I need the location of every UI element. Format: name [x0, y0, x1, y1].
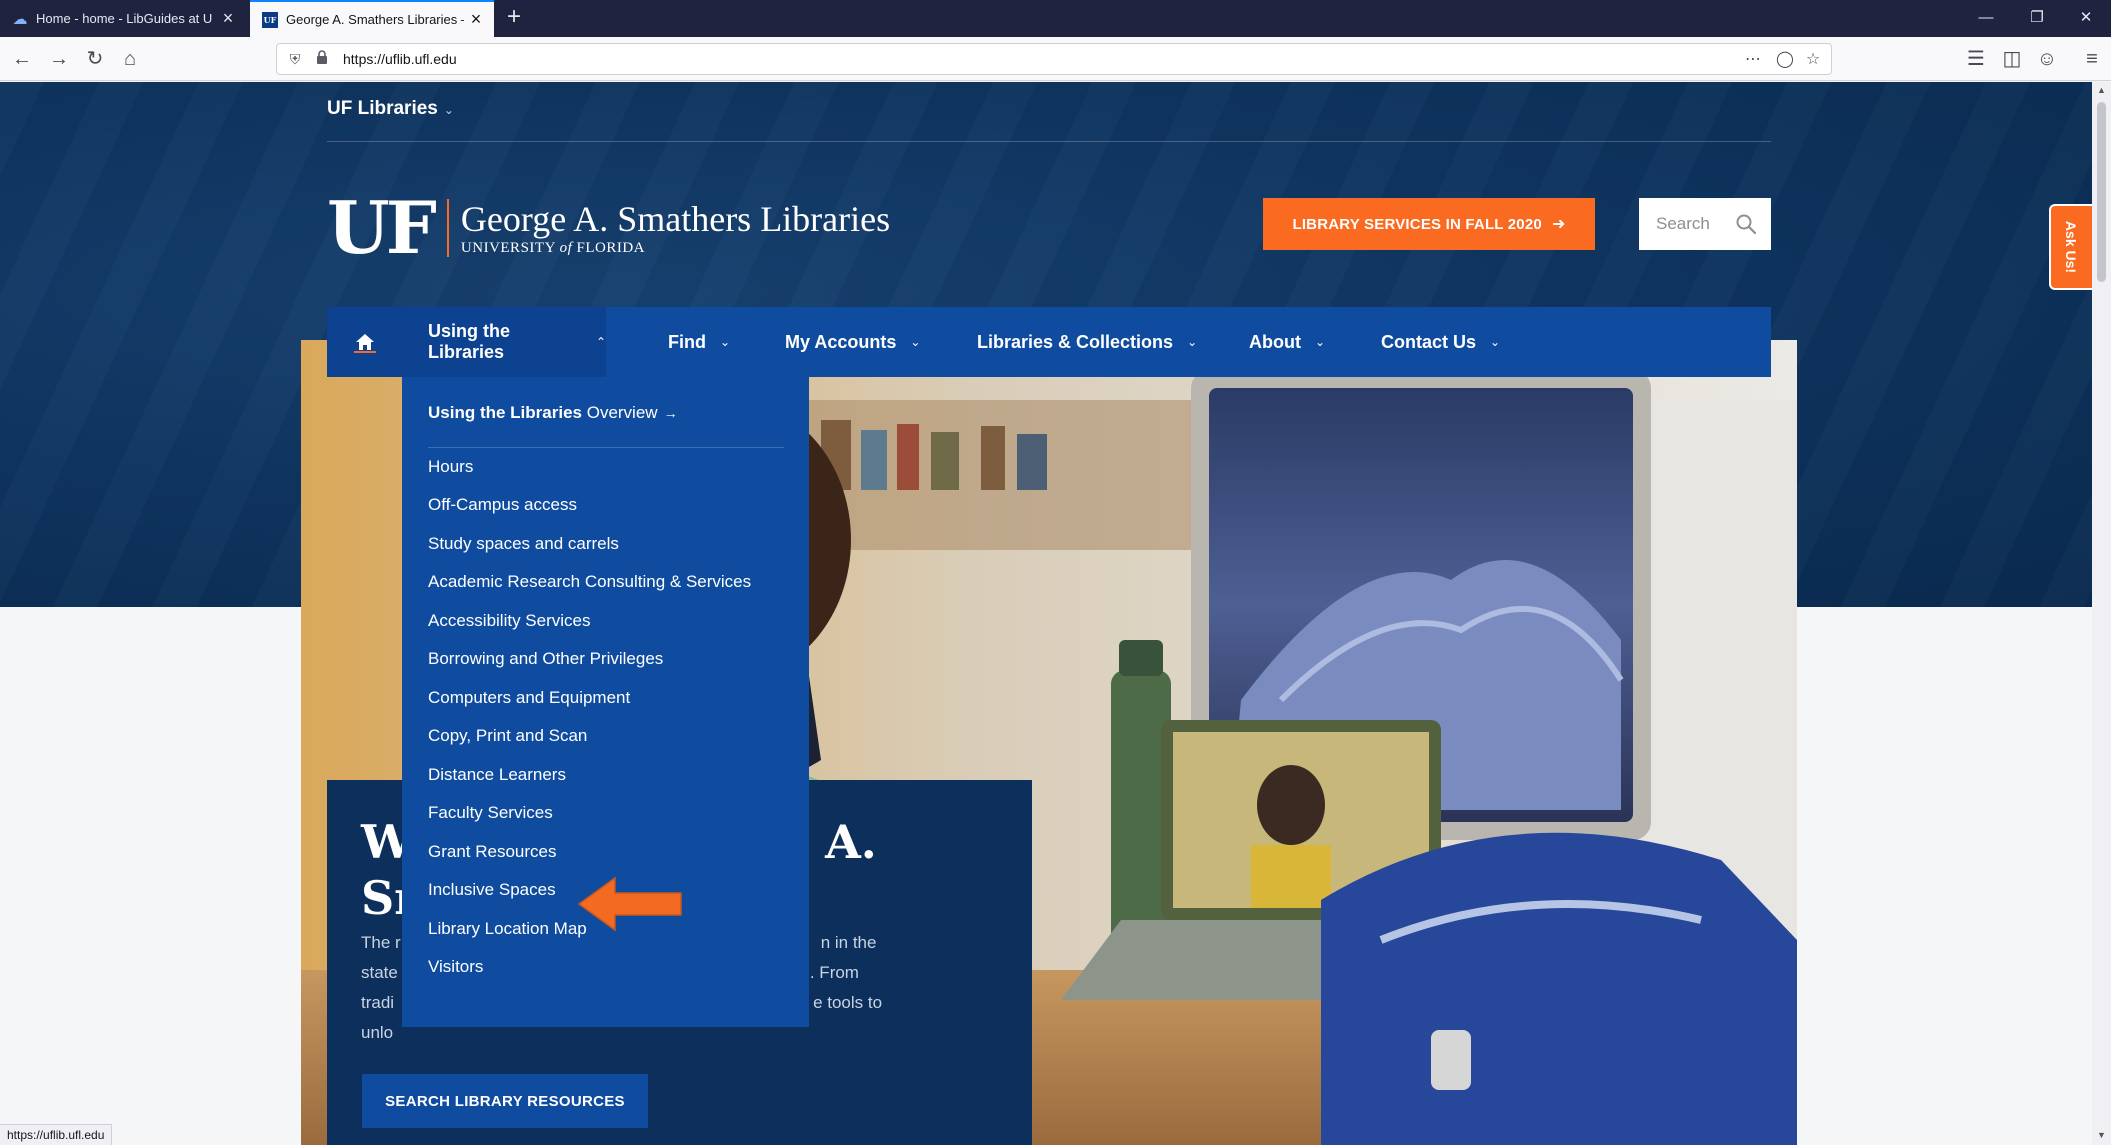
- chevron-down-icon: ⌄: [910, 335, 921, 349]
- page-viewport: UF Libraries ⌄ UF George A. Smathers Libr…: [0, 82, 2092, 1145]
- scroll-up-icon[interactable]: ▲: [2092, 85, 2111, 95]
- close-tab-icon[interactable]: ×: [216, 8, 240, 29]
- dropdown-item-copy-print-scan[interactable]: Copy, Print and Scan: [428, 726, 587, 746]
- pocket-icon[interactable]: ◯: [1773, 48, 1797, 72]
- dropdown-item-study-spaces[interactable]: Study spaces and carrels: [428, 534, 619, 554]
- restore-icon[interactable]: ❐: [2015, 4, 2059, 32]
- shield-icon[interactable]: ⛨: [286, 50, 304, 68]
- arrow-right-icon: ➜: [1551, 216, 1566, 233]
- dropdown-item-inclusive-spaces[interactable]: Inclusive Spaces: [428, 880, 556, 900]
- chevron-down-icon: ⌄: [1187, 335, 1198, 349]
- dropdown-item-borrowing[interactable]: Borrowing and Other Privileges: [428, 649, 663, 669]
- nav-label: My Accounts: [785, 331, 897, 352]
- nav-about[interactable]: About ⌄: [1249, 307, 1325, 377]
- menu-icon[interactable]: ≡: [2078, 45, 2106, 73]
- main-navigation: Using the Libraries ⌃ Find ⌄ My Accounts ⌄ …: [327, 307, 1771, 377]
- nav-find[interactable]: Find ⌄: [668, 307, 730, 377]
- reload-icon[interactable]: ↻: [81, 45, 109, 73]
- dropdown-item-distance-learners[interactable]: Distance Learners: [428, 765, 566, 785]
- tab-smathers[interactable]: UF George A. Smathers Libraries – ×: [250, 0, 494, 37]
- logo-name: George A. Smathers Libraries: [460, 198, 891, 239]
- ask-us-tab[interactable]: Ask Us!: [2049, 204, 2092, 290]
- page-scrollbar[interactable]: ▲ ▼: [2092, 82, 2111, 1145]
- tab-title: Home - home - LibGuides at U: [36, 11, 213, 26]
- browser-tab-bar: ☁ Home - home - LibGuides at U × UF Geor…: [0, 0, 2111, 37]
- dropdown-overview-link[interactable]: Using the Libraries Overview →: [428, 403, 678, 423]
- dropdown-item-academic-research[interactable]: Academic Research Consulting & Services: [428, 572, 751, 592]
- chevron-down-icon: ⌄: [720, 335, 731, 349]
- forward-icon[interactable]: →: [45, 45, 73, 73]
- library-services-button[interactable]: LIBRARY SERVICES IN FALL 2020 ➜: [1263, 198, 1595, 250]
- chevron-down-icon: ⌄: [1314, 335, 1326, 349]
- back-icon[interactable]: ←: [8, 45, 36, 73]
- site-search[interactable]: [1639, 198, 1771, 250]
- dropdown-item-off-campus-access[interactable]: Off-Campus access: [428, 495, 577, 515]
- uf-libraries-menu[interactable]: UF Libraries ⌄: [327, 98, 454, 120]
- tab-title: George A. Smathers Libraries –: [286, 12, 464, 27]
- chevron-down-icon: ⌄: [443, 103, 454, 117]
- sidebar-icon[interactable]: ◫: [1998, 45, 2026, 73]
- nav-label: About: [1249, 331, 1301, 352]
- library-icon[interactable]: ☰: [1962, 45, 1990, 73]
- bookmark-star-icon[interactable]: ☆: [1801, 48, 1825, 72]
- nav-using-the-libraries[interactable]: Using the Libraries ⌃: [402, 307, 606, 377]
- browser-toolbar: ← → ↻ ⌂ ⛨ https://uflib.ufl.edu ⋯ ◯ ☆ ☰ …: [0, 37, 2111, 81]
- home-icon[interactable]: ⌂: [116, 45, 144, 73]
- divider: [327, 141, 1771, 142]
- uf-logo-mark: UF: [327, 185, 437, 270]
- search-icon[interactable]: [1735, 213, 1757, 235]
- address-bar[interactable]: ⛨ https://uflib.ufl.edu ⋯ ◯ ☆: [276, 43, 1832, 75]
- arrow-right-icon: →: [663, 405, 678, 421]
- scroll-down-icon[interactable]: ▼: [2092, 1130, 2111, 1140]
- nav-label: Find: [668, 331, 706, 352]
- nav-home-button[interactable]: [327, 307, 402, 377]
- dropdown-divider: [428, 447, 784, 448]
- nav-label: Libraries & Collections: [977, 331, 1174, 352]
- tab-libguides[interactable]: ☁ Home - home - LibGuides at U ×: [0, 0, 246, 37]
- scrollbar-thumb[interactable]: [2097, 102, 2106, 282]
- site-logo[interactable]: UF George A. Smathers Libraries UNIVERSI…: [327, 192, 890, 264]
- nav-label: Contact Us: [1381, 331, 1477, 352]
- new-tab-button[interactable]: +: [500, 4, 528, 32]
- library-services-label: LIBRARY SERVICES IN FALL 2020: [1292, 215, 1542, 233]
- logo-divider: [446, 199, 449, 257]
- account-icon[interactable]: ☺: [2033, 45, 2061, 73]
- url-text[interactable]: https://uflib.ufl.edu: [343, 51, 457, 67]
- dropdown-item-accessibility[interactable]: Accessibility Services: [428, 611, 591, 631]
- status-url: https://uflib.ufl.edu: [0, 1124, 113, 1145]
- dropdown-item-grant-resources[interactable]: Grant Resources: [428, 842, 557, 862]
- nav-contact-us[interactable]: Contact Us ⌄: [1381, 307, 1500, 377]
- dropdown-item-visitors[interactable]: Visitors: [428, 957, 483, 977]
- close-window-icon[interactable]: ✕: [2064, 4, 2108, 32]
- chevron-down-icon: ⌄: [1490, 335, 1501, 349]
- lock-icon[interactable]: [313, 50, 331, 68]
- dropdown-item-location-map[interactable]: Library Location Map: [428, 919, 587, 939]
- ask-us-label: Ask Us!: [2063, 220, 2080, 274]
- cloud-icon: ☁: [12, 10, 28, 28]
- uf-libraries-label: UF Libraries: [327, 98, 438, 119]
- nav-my-accounts[interactable]: My Accounts ⌄: [785, 307, 920, 377]
- nav-libraries-collections[interactable]: Libraries & Collections ⌄: [977, 307, 1197, 377]
- logo-subtitle: UNIVERSITY of FLORIDA: [460, 239, 646, 256]
- close-tab-icon[interactable]: ×: [464, 9, 488, 30]
- home-icon: [355, 334, 374, 350]
- chevron-up-icon: ⌃: [595, 335, 606, 349]
- dropdown-item-hours[interactable]: Hours: [428, 457, 473, 477]
- dropdown-item-computers[interactable]: Computers and Equipment: [428, 688, 630, 708]
- search-library-resources-button[interactable]: SEARCH LIBRARY RESOURCES: [362, 1074, 648, 1128]
- uf-favicon-icon: UF: [262, 11, 278, 28]
- dropdown-item-faculty-services[interactable]: Faculty Services: [428, 803, 553, 823]
- annotation-arrow-icon: [577, 876, 682, 932]
- nav-label: Using the Libraries: [428, 321, 511, 362]
- page-actions-icon[interactable]: ⋯: [1741, 48, 1765, 72]
- minimize-icon[interactable]: —: [1964, 4, 2008, 32]
